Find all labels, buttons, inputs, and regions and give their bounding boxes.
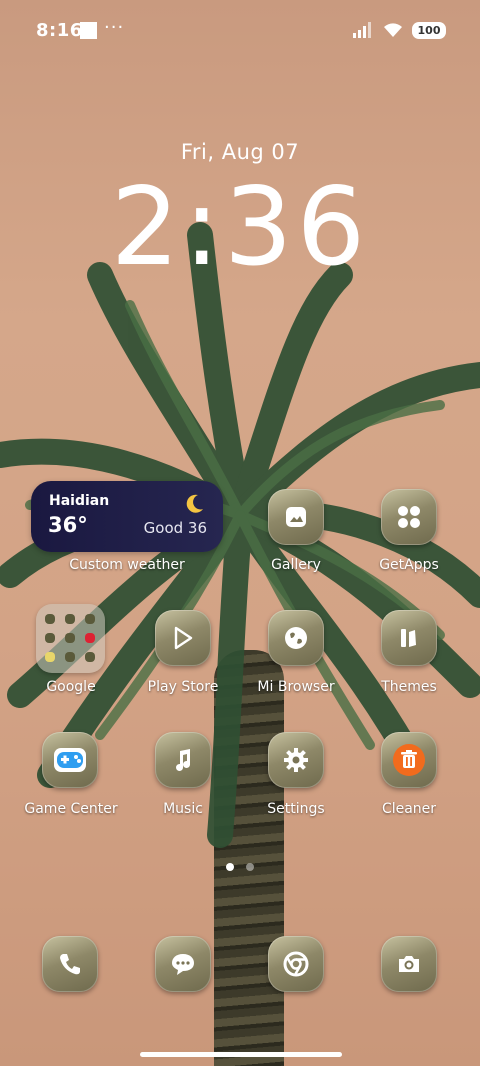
playstore-label: Play Store <box>147 679 219 695</box>
more-notifications-icon: ··· <box>104 17 125 38</box>
folder-app-icon <box>85 652 95 662</box>
page-indicator[interactable] <box>246 863 254 871</box>
folder-app-icon <box>85 614 95 624</box>
notification-icon <box>80 22 97 39</box>
folder-app-icon <box>65 633 75 643</box>
clock-time[interactable]: 2:36 <box>0 168 480 288</box>
getapps-label: GetApps <box>379 557 439 573</box>
status-bar: 8:16 ··· 100 <box>0 0 480 60</box>
google-label: Google <box>46 679 96 695</box>
gallery-app-icon[interactable] <box>268 489 324 545</box>
gear-icon <box>284 748 308 772</box>
playstore-app-icon[interactable] <box>155 610 211 666</box>
page-indicator-active[interactable] <box>226 863 234 871</box>
browser-app-icon[interactable] <box>268 610 324 666</box>
wifi-icon <box>384 23 402 37</box>
music-label: Music <box>163 801 203 817</box>
dock-camera[interactable] <box>381 936 437 992</box>
camera-icon <box>399 956 419 972</box>
play-store-icon <box>174 626 193 650</box>
getapps-icon <box>398 506 420 528</box>
globe-icon <box>285 627 307 649</box>
phone-icon <box>60 954 80 975</box>
status-time: 8:16 <box>36 20 83 41</box>
gamecenter-app-icon[interactable] <box>42 732 98 788</box>
battery-indicator: 100 <box>412 21 446 39</box>
gamepad-icon <box>54 748 86 772</box>
music-note-icon <box>176 749 191 771</box>
folder-app-icon <box>65 614 75 624</box>
folder-app-icon <box>85 633 95 643</box>
settings-app-icon[interactable] <box>268 732 324 788</box>
weather-temperature: 36° <box>48 513 88 537</box>
music-app-icon[interactable] <box>155 732 211 788</box>
getapps-app-icon[interactable] <box>381 489 437 545</box>
trash-icon <box>393 744 425 776</box>
dock-chrome[interactable] <box>268 936 324 992</box>
gamecenter-label: Game Center <box>24 801 118 817</box>
dock-messages[interactable] <box>155 936 211 992</box>
weather-air-quality: Good 36 <box>143 519 207 537</box>
folder-app-icon <box>45 614 55 624</box>
clock-date[interactable]: Fri, Aug 07 <box>0 140 480 164</box>
google-folder[interactable] <box>36 604 105 673</box>
folder-app-icon <box>65 652 75 662</box>
folder-app-icon <box>45 633 55 643</box>
weather-widget-label: Custom weather <box>69 557 185 573</box>
moon-icon <box>186 494 203 513</box>
browser-label: Mi Browser <box>257 679 335 695</box>
gallery-label: Gallery <box>271 557 321 573</box>
themes-app-icon[interactable] <box>381 610 437 666</box>
dock-phone[interactable] <box>42 936 98 992</box>
signal-icon <box>353 22 371 38</box>
folder-app-icon <box>45 652 55 662</box>
home-gesture-bar[interactable] <box>140 1052 342 1057</box>
messages-icon <box>172 954 194 975</box>
chrome-icon <box>283 951 309 977</box>
weather-city: Haidian <box>49 493 110 509</box>
cleaner-app-icon[interactable] <box>381 732 437 788</box>
themes-icon <box>401 629 416 647</box>
settings-label: Settings <box>267 801 325 817</box>
gallery-icon <box>286 507 306 527</box>
themes-label: Themes <box>381 679 437 695</box>
weather-widget[interactable]: Haidian 36° Good 36 <box>31 481 223 552</box>
cleaner-label: Cleaner <box>381 801 437 817</box>
